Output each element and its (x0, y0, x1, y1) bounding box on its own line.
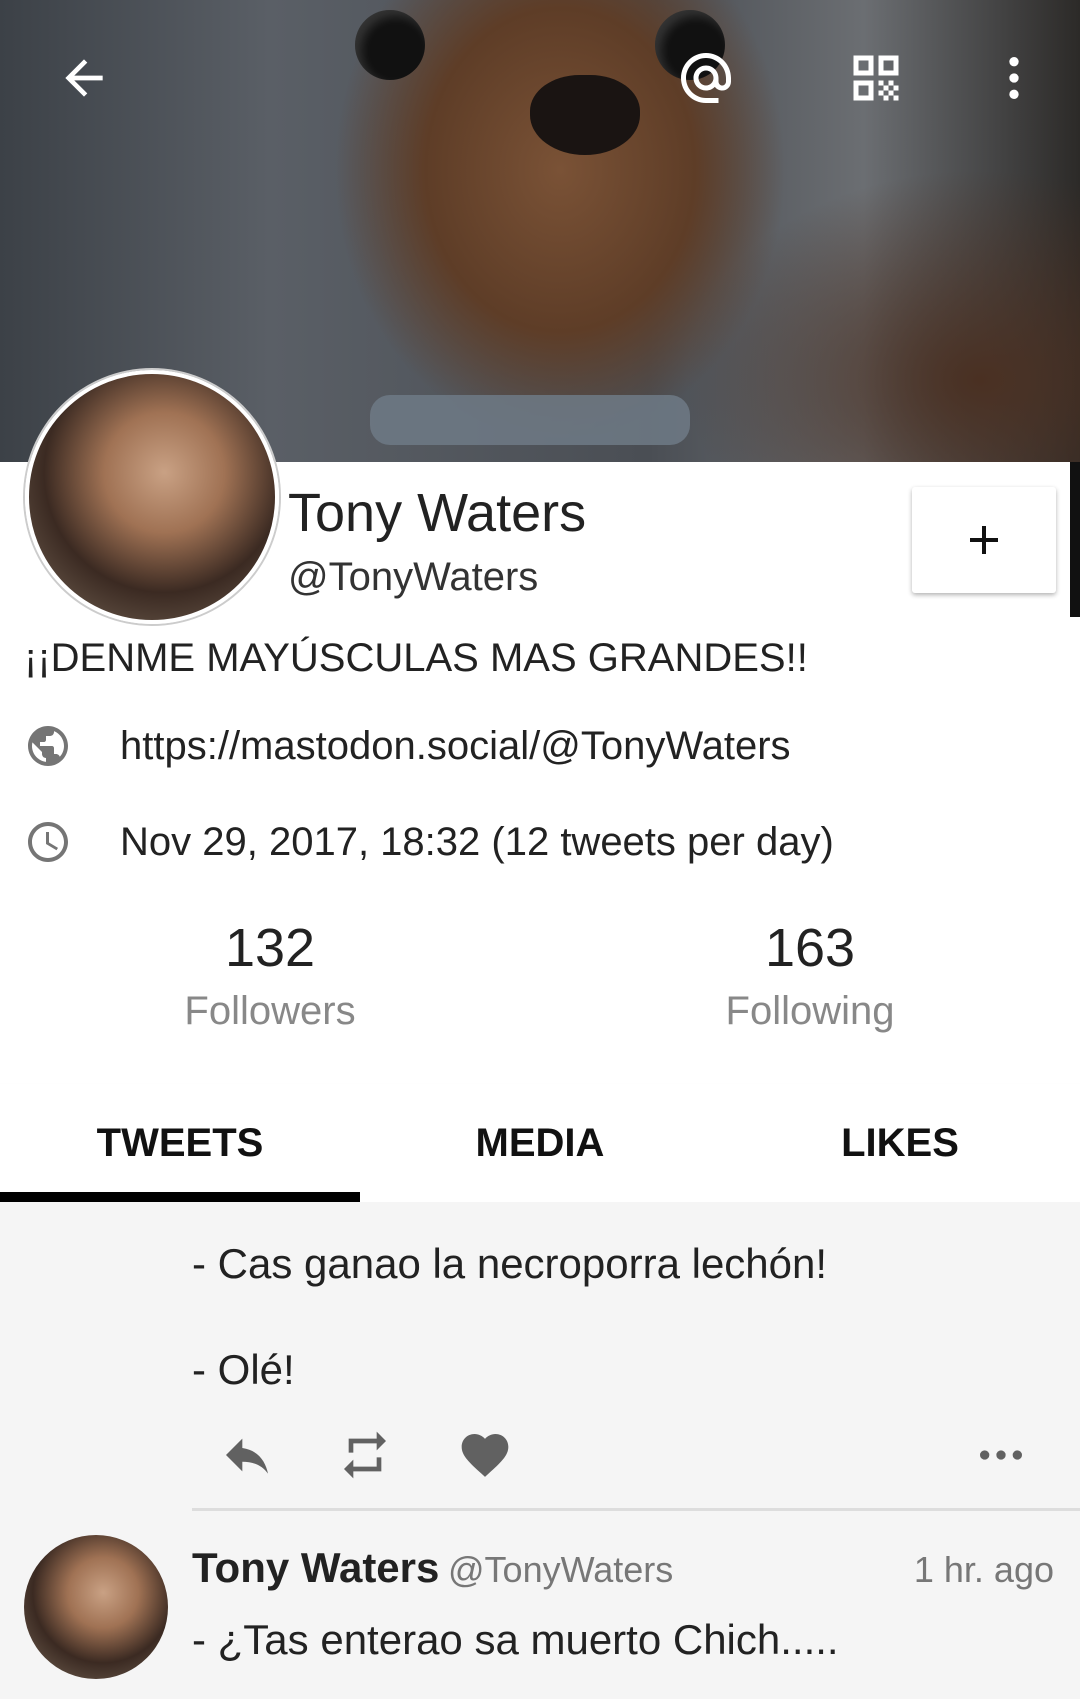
toot-avatar[interactable] (24, 1535, 168, 1679)
toot-divider (192, 1508, 1080, 1511)
plus-icon (970, 526, 998, 554)
back-button[interactable] (44, 38, 124, 118)
profile-avatar[interactable] (25, 370, 279, 624)
reply-button[interactable] (212, 1425, 282, 1485)
globe-icon (28, 726, 68, 766)
display-name: Tony Waters (288, 483, 587, 543)
active-tab-indicator (0, 1192, 360, 1202)
joined-row: Nov 29, 2017, 18:32 (12 tweets per day) (24, 818, 834, 866)
banner-dog-eye-left (355, 10, 425, 80)
profile-tabs: TWEETS MEDIA LIKES (0, 1084, 1080, 1202)
toot-text-line: - ¿Tas enterao sa muerto Chich..... (192, 1616, 839, 1663)
followers-stat[interactable]: 132 Followers (120, 917, 420, 1034)
followers-count: 132 (224, 918, 316, 978)
clock-icon (28, 822, 68, 862)
toot-timestamp: 1 hr. ago (913, 1549, 1054, 1590)
qr-code-icon (853, 55, 899, 101)
profile-bio: ¡¡DENME MAYÚSCULAS MAS GRANDES!! (24, 636, 808, 680)
retweet-icon (344, 1431, 386, 1479)
at-sign-icon (681, 53, 731, 103)
toot-more-button[interactable] (966, 1425, 1036, 1485)
follow-button[interactable] (912, 487, 1056, 593)
joined-date: Nov 29, 2017, 18:32 (12 tweets per day) (120, 819, 834, 864)
tab-likes[interactable]: LIKES (720, 1084, 1080, 1202)
qr-code-button[interactable] (836, 38, 916, 118)
following-label: Following (725, 989, 895, 1033)
banner-dog-nose (530, 75, 640, 155)
profile-handle: @TonyWaters (288, 555, 539, 599)
favourite-button[interactable] (450, 1425, 520, 1485)
following-count: 163 (764, 918, 856, 978)
more-vertical-icon (1009, 57, 1019, 99)
mention-button[interactable] (666, 38, 746, 118)
more-horizontal-icon (980, 1450, 1022, 1460)
arrow-left-icon (65, 59, 103, 97)
heart-icon (461, 1434, 509, 1477)
tab-tweets[interactable]: TWEETS (0, 1084, 360, 1202)
following-stat[interactable]: 163 Following (660, 917, 960, 1034)
banner-dog-collar (370, 395, 690, 445)
followers-label: Followers (184, 989, 356, 1033)
website-link[interactable]: https://mastodon.social/@TonyWaters (120, 724, 791, 769)
tab-media[interactable]: MEDIA (360, 1084, 720, 1202)
toot-text-line: - Olé! (192, 1346, 295, 1393)
reply-icon (226, 1438, 268, 1474)
toot-author-name: Tony Waters (192, 1544, 440, 1591)
website-row: https://mastodon.social/@TonyWaters (24, 722, 791, 770)
card-edge (1070, 462, 1080, 617)
toot-author-handle: @TonyWaters (448, 1549, 674, 1590)
toot-text-line: - Cas ganao la necroporra lechón! (192, 1240, 828, 1287)
boost-button[interactable] (330, 1425, 400, 1485)
more-options-button[interactable] (974, 38, 1054, 118)
